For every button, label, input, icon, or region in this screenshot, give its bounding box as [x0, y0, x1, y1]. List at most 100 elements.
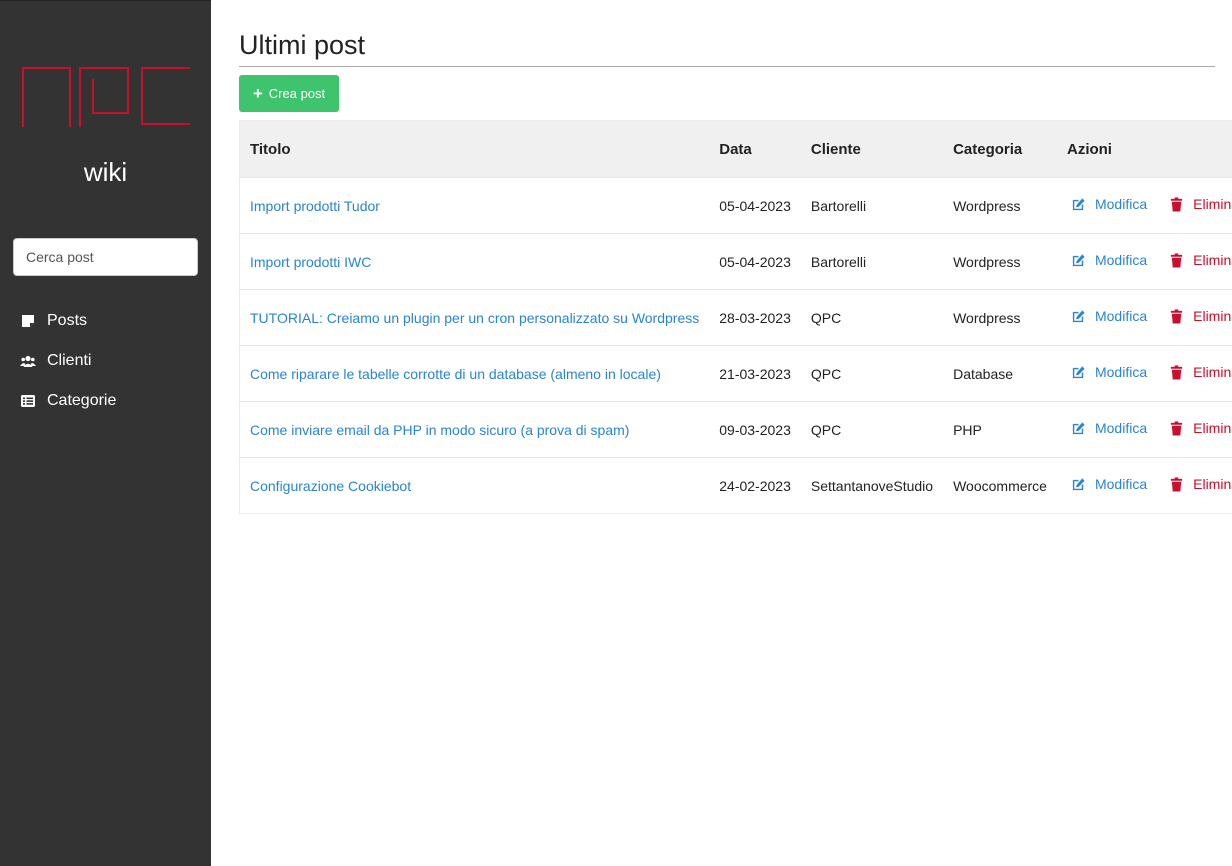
- post-actions: Modifica Elimina: [1057, 346, 1232, 402]
- trash-icon: [1171, 197, 1183, 212]
- post-category: PHP: [953, 421, 982, 438]
- table-row: Come riparare le tabelle corrotte di un …: [239, 345, 1232, 402]
- post-client: QPC: [810, 365, 842, 382]
- sidebar-nav: Posts Clienti Categorie: [20, 301, 116, 421]
- sidebar-item-posts[interactable]: Posts: [20, 301, 116, 341]
- post-title-link[interactable]: Come riparare le tabelle corrotte di un …: [250, 366, 661, 382]
- delete-button[interactable]: Elimina: [1169, 476, 1232, 492]
- sidebar-item-clienti[interactable]: Clienti: [20, 341, 116, 381]
- post-title-cell: Come riparare le tabelle corrotte di un …: [240, 346, 710, 402]
- edit-icon: [1072, 310, 1085, 322]
- sidebar-item-label: Clienti: [47, 352, 92, 369]
- edit-label: Modifica: [1094, 196, 1148, 213]
- edit-label: Modifica: [1094, 252, 1148, 269]
- post-category: Database: [953, 365, 1014, 382]
- edit-label: Modifica: [1094, 364, 1148, 381]
- delete-button[interactable]: Elimina: [1169, 252, 1232, 268]
- edit-icon: [1072, 254, 1085, 266]
- post-actions: Modifica Elimina: [1057, 458, 1232, 514]
- create-post-label: Crea post: [268, 86, 326, 101]
- column-header-actions: Azioni: [1066, 140, 1112, 158]
- post-date: 21-03-2023: [719, 365, 791, 382]
- qpc-logo[interactable]: [22, 67, 190, 127]
- column-header-title: Titolo: [250, 140, 291, 158]
- sidebar-item-label: Posts: [47, 312, 88, 329]
- post-date: 09-03-2023: [719, 421, 791, 438]
- edit-icon: [1072, 198, 1085, 210]
- delete-button[interactable]: Elimina: [1169, 420, 1232, 436]
- edit-icon: [1072, 422, 1085, 434]
- trash-icon: [1171, 477, 1183, 492]
- post-category: Wordpress: [953, 253, 1021, 270]
- plus-icon: +: [252, 83, 263, 103]
- edit-button[interactable]: Modifica: [1071, 420, 1147, 436]
- post-client: QPC: [810, 421, 842, 438]
- post-date: 28-03-2023: [719, 309, 791, 326]
- post-category: Woocommerce: [953, 477, 1047, 494]
- post-actions: Modifica Elimina: [1057, 234, 1232, 290]
- post-title-link[interactable]: Configurazione Cookiebot: [250, 478, 411, 494]
- create-post-button[interactable]: + Crea post: [239, 75, 339, 112]
- edit-button[interactable]: Modifica: [1071, 308, 1147, 324]
- table-row: Import prodotti Tudor 05-04-2023 Bartorell…: [239, 177, 1232, 234]
- edit-button[interactable]: Modifica: [1071, 196, 1147, 212]
- wiki-label: wiki: [83, 157, 128, 187]
- search-input[interactable]: [13, 238, 198, 276]
- post-client: QPC: [810, 309, 842, 326]
- title-divider: [239, 66, 1215, 67]
- post-actions: Modifica Elimina: [1057, 290, 1232, 346]
- edit-icon: [1072, 478, 1085, 490]
- table-row: Import prodotti IWC 05-04-2023 Bartorelli W…: [239, 233, 1232, 290]
- sidebar-item-categorie[interactable]: Categorie: [20, 381, 116, 421]
- delete-button[interactable]: Elimina: [1169, 308, 1232, 324]
- post-title-link[interactable]: Import prodotti IWC: [250, 254, 371, 270]
- delete-label: Elimina: [1193, 420, 1232, 437]
- edit-label: Modifica: [1094, 308, 1148, 325]
- sidebar: wiki Posts Clienti: [0, 0, 211, 866]
- table-row: TUTORIAL: Creiamo un plugin per un cron …: [239, 289, 1232, 346]
- delete-label: Elimina: [1193, 476, 1232, 493]
- list-icon: [21, 395, 35, 407]
- trash-icon: [1171, 421, 1183, 436]
- delete-button[interactable]: Elimina: [1169, 364, 1232, 380]
- post-actions: Modifica Elimina: [1057, 178, 1232, 234]
- edit-label: Modifica: [1094, 420, 1148, 437]
- post-date: 24-02-2023: [719, 477, 791, 494]
- edit-button[interactable]: Modifica: [1071, 476, 1147, 492]
- table-row: Configurazione Cookiebot 24-02-2023 Settan…: [239, 457, 1232, 514]
- post-title-link[interactable]: Import prodotti Tudor: [250, 198, 380, 214]
- post-date: 05-04-2023: [719, 253, 791, 270]
- trash-icon: [1171, 253, 1183, 268]
- edit-button[interactable]: Modifica: [1071, 364, 1147, 380]
- column-header-date: Data: [719, 140, 752, 158]
- post-title-link[interactable]: TUTORIAL: Creiamo un plugin per un cron …: [250, 310, 699, 326]
- post-actions: Modifica Elimina: [1057, 402, 1232, 458]
- sticky-note-icon: [22, 315, 34, 327]
- table-row: Come inviare email da PHP in modo sicuro…: [239, 401, 1232, 458]
- delete-button[interactable]: Elimina: [1169, 196, 1232, 212]
- edit-icon: [1072, 366, 1085, 378]
- posts-table: Titolo Data Cliente Categoria Azioni Imp…: [239, 120, 1232, 514]
- edit-button[interactable]: Modifica: [1071, 252, 1147, 268]
- post-title-link[interactable]: Come inviare email da PHP in modo sicuro…: [250, 422, 629, 438]
- post-title-cell: Come inviare email da PHP in modo sicuro…: [240, 402, 710, 458]
- page-title: Ultimi post: [239, 30, 366, 60]
- delete-label: Elimina: [1193, 252, 1232, 269]
- edit-label: Modifica: [1094, 476, 1148, 493]
- post-client: Bartorelli: [810, 253, 867, 270]
- users-icon: [20, 355, 36, 367]
- post-client: Bartorelli: [810, 197, 867, 214]
- delete-label: Elimina: [1193, 308, 1232, 325]
- trash-icon: [1171, 309, 1183, 324]
- delete-label: Elimina: [1193, 364, 1232, 381]
- sidebar-item-label: Categorie: [47, 392, 117, 409]
- post-category: Wordpress: [953, 309, 1021, 326]
- table-header-row: Titolo Data Cliente Categoria Azioni: [239, 120, 1232, 178]
- post-title-cell: Import prodotti Tudor: [240, 178, 710, 234]
- trash-icon: [1171, 365, 1183, 380]
- column-header-client: Cliente: [810, 140, 861, 158]
- post-title-cell: Configurazione Cookiebot: [240, 458, 710, 514]
- delete-label: Elimina: [1193, 196, 1232, 213]
- post-title-cell: Import prodotti IWC: [240, 234, 710, 290]
- post-client: SettantanoveStudio: [810, 477, 934, 494]
